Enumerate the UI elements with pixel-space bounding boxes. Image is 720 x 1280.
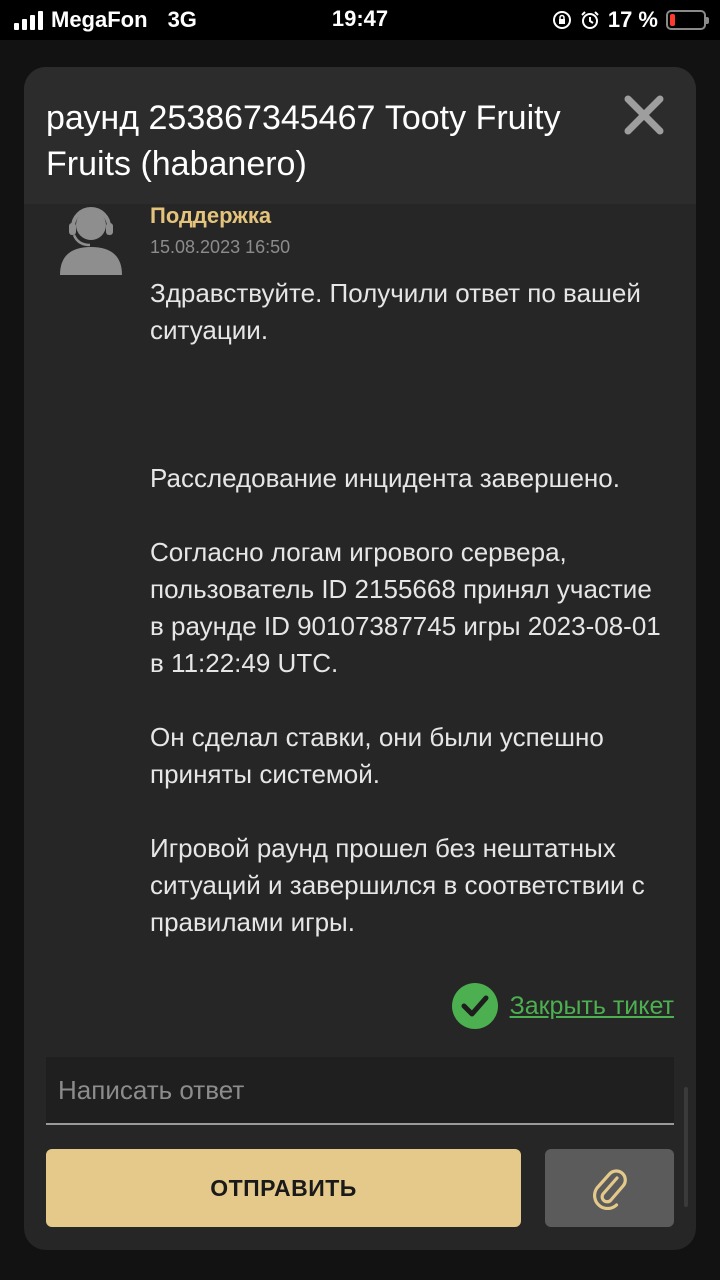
message-paragraph: Расследование инцидента завершено. xyxy=(150,463,620,493)
send-button[interactable]: ОТПРАВИТЬ xyxy=(46,1149,521,1227)
reply-input[interactable] xyxy=(46,1057,674,1123)
battery-percent: 17 % xyxy=(607,7,658,32)
message-paragraph: Согласно логам игрового сервера, пользов… xyxy=(150,537,661,678)
ticket-title: раунд 253867345467 Tooty Fruity Fruits (… xyxy=(46,99,561,183)
scrollbar[interactable] xyxy=(684,1087,688,1207)
ticket-modal: раунд 253867345467 Tooty Fruity Fruits (… xyxy=(24,67,696,1250)
attach-button[interactable] xyxy=(545,1149,674,1227)
close-ticket-button[interactable]: Закрыть тикет xyxy=(451,983,674,1029)
battery-level xyxy=(670,14,675,26)
alarm-icon xyxy=(581,11,599,29)
paperclip-icon xyxy=(592,1169,627,1210)
message-date: 15.08.2023 16:50 xyxy=(150,237,291,257)
reply-field[interactable] xyxy=(46,1057,674,1125)
message-paragraph: Здравствуйте. Получили ответ по вашей си… xyxy=(150,278,641,345)
message-paragraph: Он сделал ставки, они были успешно приня… xyxy=(150,722,604,789)
close-ticket-link[interactable]: Закрыть тикет xyxy=(510,992,674,1021)
modal-header: раунд 253867345467 Tooty Fruity Fruits (… xyxy=(24,67,696,204)
support-agent-icon xyxy=(60,207,122,275)
battery-icon xyxy=(666,10,709,30)
status-bar-right: 17 % xyxy=(552,6,709,34)
message-paragraph: Игровой раунд прошел без нештатных ситуа… xyxy=(150,833,645,937)
message-author: Поддержка xyxy=(150,203,272,228)
orientation-lock-icon xyxy=(552,11,571,29)
close-icon[interactable] xyxy=(622,93,666,137)
check-circle-icon xyxy=(451,983,498,1029)
status-bar: MegaFon 3G 19:47 17 % xyxy=(0,0,720,40)
message-body: Здравствуйте. Получили ответ по вашей си… xyxy=(150,275,670,941)
